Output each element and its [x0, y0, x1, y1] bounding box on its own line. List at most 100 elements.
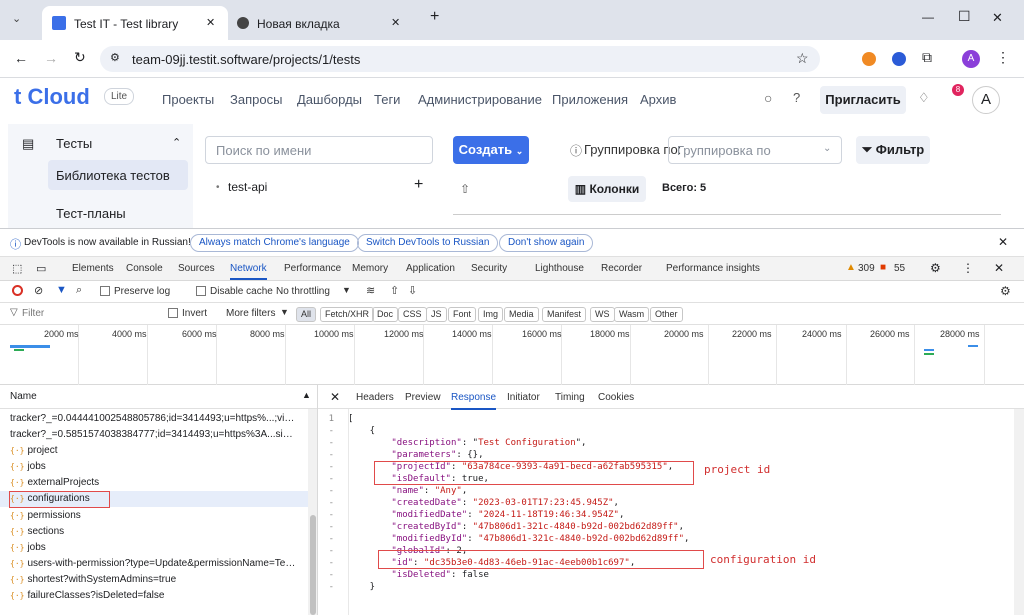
- back-icon[interactable]: ←: [14, 50, 28, 66]
- extension-icon[interactable]: [892, 52, 906, 66]
- upload-icon[interactable]: ⇧: [390, 284, 399, 297]
- sidebar-item-library[interactable]: Библиотека тестов: [56, 168, 170, 183]
- switch-language-button[interactable]: Switch DevTools to Russian: [357, 234, 499, 252]
- download-icon[interactable]: ⇩: [408, 284, 417, 297]
- maximize-button[interactable]: ☐: [958, 8, 971, 25]
- bell-icon[interactable]: ♢: [918, 90, 930, 106]
- filter-chip-manifest[interactable]: Manifest: [542, 307, 587, 322]
- request-row[interactable]: {·} permissions: [0, 508, 308, 524]
- more-filters-button[interactable]: More filters: [226, 308, 275, 319]
- filter-chip-media[interactable]: Media: [504, 307, 539, 322]
- tab-response[interactable]: Response: [451, 392, 497, 410]
- response-body[interactable]: 1[ - { - "description": "Test Configurat…: [318, 409, 1014, 615]
- nav-projects[interactable]: Проекты: [162, 92, 214, 107]
- filter-chip-all[interactable]: All: [296, 307, 317, 322]
- tab-console[interactable]: Console: [126, 263, 163, 274]
- filter-chip-fetch[interactable]: Fetch/XHR: [320, 307, 375, 322]
- extension-icon[interactable]: [862, 52, 876, 66]
- window-close-button[interactable]: ✕: [992, 10, 1003, 26]
- dont-show-button[interactable]: Don't show again: [499, 234, 594, 252]
- throttling-select[interactable]: No throttling: [276, 286, 330, 297]
- tab-close-icon[interactable]: ✕: [391, 16, 400, 29]
- tab-initiator[interactable]: Initiator: [507, 392, 540, 403]
- request-row[interactable]: {·} jobs: [0, 459, 308, 475]
- filter-chip-doc[interactable]: Doc: [372, 307, 399, 322]
- nav-archive[interactable]: Архив: [640, 92, 676, 107]
- filter-chip-other[interactable]: Other: [650, 307, 683, 322]
- user-avatar[interactable]: A: [972, 86, 1000, 114]
- search-icon[interactable]: ○: [764, 90, 772, 106]
- request-row[interactable]: {·} project: [0, 443, 308, 459]
- request-list-header[interactable]: Name: [0, 385, 317, 409]
- match-language-button[interactable]: Always match Chrome's language: [190, 234, 359, 252]
- upload-icon[interactable]: ⇧: [460, 182, 470, 196]
- tab-headers[interactable]: Headers: [356, 392, 394, 403]
- request-row[interactable]: {·} sections: [0, 524, 308, 540]
- tab-performance[interactable]: Performance: [284, 263, 341, 274]
- add-section-icon[interactable]: +: [414, 176, 423, 194]
- tab-lighthouse[interactable]: Lighthouse: [535, 263, 584, 274]
- search-icon[interactable]: ⌕: [76, 284, 82, 297]
- tab-performance-insights[interactable]: Performance insights: [666, 263, 760, 274]
- warning-count[interactable]: 309: [858, 263, 875, 274]
- tab-network[interactable]: Network: [230, 263, 267, 280]
- request-row[interactable]: {·} failureClasses?isDeleted=false: [0, 588, 308, 604]
- tab-cookies[interactable]: Cookies: [598, 392, 634, 403]
- request-row[interactable]: {·} users-with-permission?type=Update&per…: [0, 556, 308, 572]
- error-count[interactable]: 55: [894, 263, 905, 274]
- filter-chip-img[interactable]: Img: [478, 307, 504, 322]
- url-field[interactable]: ⚙ team-09jj.testit.software/projects/1/t…: [100, 46, 820, 72]
- tab-sources[interactable]: Sources: [178, 263, 215, 274]
- bookmark-star-icon[interactable]: ☆: [796, 50, 809, 67]
- tab-security[interactable]: Security: [471, 263, 507, 274]
- request-row[interactable]: tracker?_=0.044441002548805786;id=341449…: [0, 411, 308, 427]
- sidebar-section-tests[interactable]: Тесты: [56, 136, 92, 151]
- close-icon[interactable]: ✕: [998, 235, 1008, 249]
- disable-cache-checkbox[interactable]: [196, 286, 206, 296]
- new-tab-button[interactable]: +: [430, 8, 439, 26]
- browser-tab-new[interactable]: Новая вкладка ✕: [229, 6, 415, 40]
- tab-recorder[interactable]: Recorder: [601, 263, 642, 274]
- reload-icon[interactable]: ↻: [74, 49, 86, 66]
- settings-icon[interactable]: ⚙: [930, 261, 941, 275]
- browser-tab-active[interactable]: Test IT - Test library ✕: [42, 6, 228, 40]
- logo[interactable]: t Cloud: [14, 84, 90, 110]
- more-icon[interactable]: ⋮: [962, 261, 974, 275]
- network-settings-icon[interactable]: ⚙: [1000, 284, 1011, 298]
- create-button[interactable]: Создать ⌄: [453, 136, 529, 164]
- puzzle-icon[interactable]: ⧉: [922, 49, 932, 66]
- invite-button[interactable]: Пригласить: [820, 86, 906, 114]
- menu-icon[interactable]: ⋮: [996, 49, 1010, 66]
- request-row[interactable]: {·} jobs: [0, 540, 308, 556]
- request-row[interactable]: tracker?_=0.5851574038384777;id=3414493;…: [0, 427, 308, 443]
- filter-funnel-icon[interactable]: ▼: [56, 284, 67, 296]
- tab-search-icon[interactable]: ⌄: [12, 12, 21, 25]
- record-icon[interactable]: [12, 285, 23, 296]
- close-detail-icon[interactable]: ✕: [330, 390, 340, 404]
- filter-chip-font[interactable]: Font: [448, 307, 477, 322]
- nav-dashboards[interactable]: Дашборды: [297, 92, 362, 107]
- preserve-log-checkbox[interactable]: [100, 286, 110, 296]
- forward-icon[interactable]: →: [44, 50, 58, 66]
- profile-avatar[interactable]: A: [962, 50, 980, 68]
- minimize-button[interactable]: —: [922, 10, 934, 24]
- tab-preview[interactable]: Preview: [405, 392, 441, 403]
- search-input[interactable]: Поиск по имени: [205, 136, 433, 164]
- nav-tags[interactable]: Теги: [374, 92, 400, 107]
- network-timeline[interactable]: 2000 ms 4000 ms 6000 ms 8000 ms 10000 ms…: [0, 325, 1024, 385]
- response-scrollbar[interactable]: [1014, 409, 1024, 615]
- device-icon[interactable]: ▭: [36, 262, 46, 275]
- request-row[interactable]: {·} externalProjects: [0, 475, 308, 491]
- scrollbar-thumb[interactable]: [310, 515, 316, 615]
- wifi-icon[interactable]: ≋: [366, 284, 375, 297]
- tree-item[interactable]: test-api: [228, 180, 267, 194]
- nav-requests[interactable]: Запросы: [230, 92, 282, 107]
- help-icon[interactable]: ?: [793, 90, 800, 105]
- invert-checkbox[interactable]: [168, 308, 178, 318]
- tab-close-icon[interactable]: ✕: [206, 16, 215, 29]
- sidebar-item-testplans[interactable]: Тест-планы: [56, 206, 126, 221]
- filter-chip-wasm[interactable]: Wasm: [614, 307, 650, 322]
- nav-admin[interactable]: Администрирование: [418, 92, 542, 107]
- inspect-icon[interactable]: ⬚: [12, 262, 22, 275]
- clear-icon[interactable]: ⊘: [34, 284, 43, 297]
